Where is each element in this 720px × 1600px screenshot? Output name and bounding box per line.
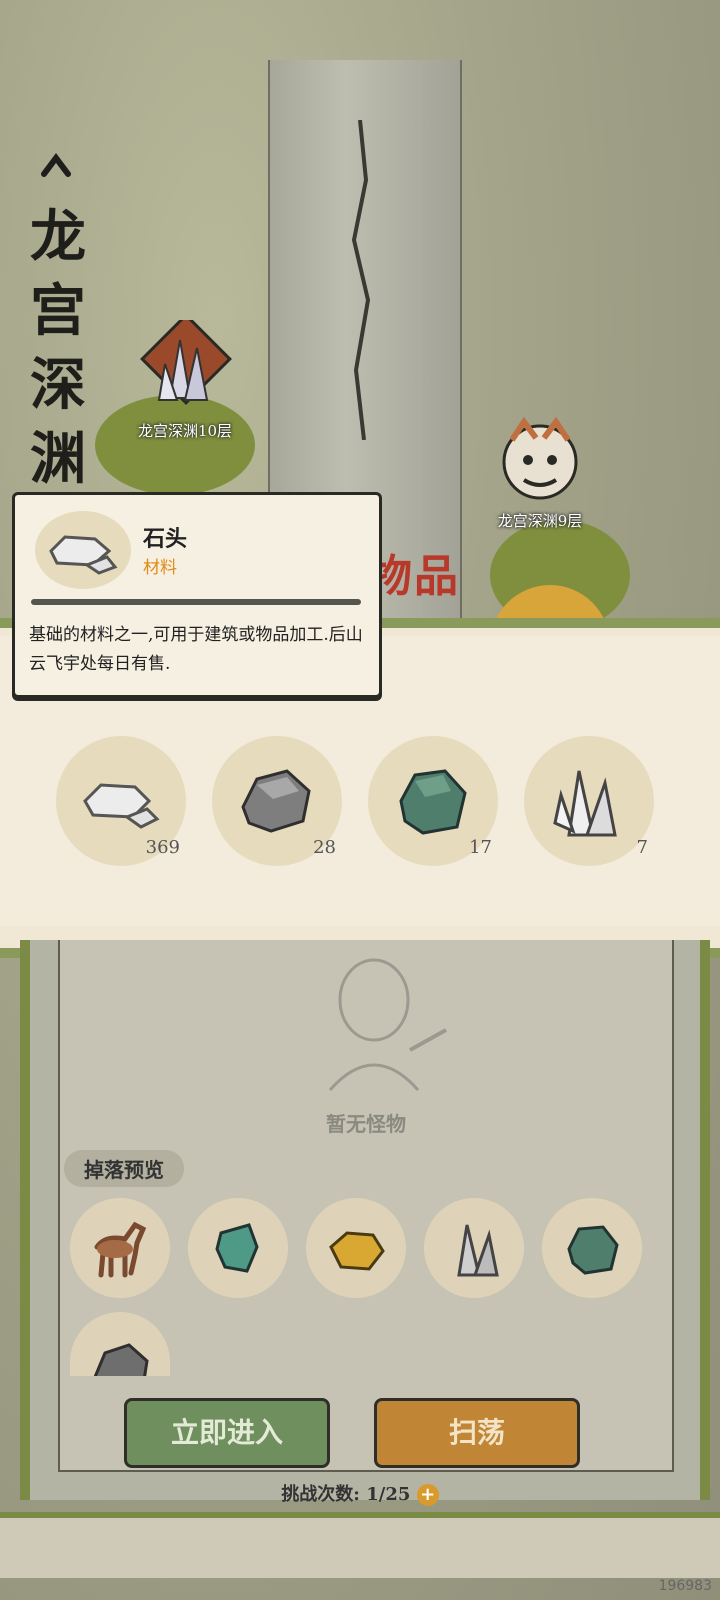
tooltip-item-name: 石头 [143,526,188,552]
pillar-crack [351,120,371,440]
area-title: 龙 宫 深 渊 [18,200,98,496]
inventory-item[interactable]: 7 [524,736,654,866]
item-count: 28 [313,837,336,858]
chevron-up-icon[interactable] [38,148,74,184]
tooltip-item-type: 材料 [143,558,177,578]
rock-icon [93,1343,149,1376]
no-monster-text: 暂无怪物 [326,1112,406,1136]
item-tooltip: 石头 材料 基础的材料之一,可用于建筑或物品加工.后山云飞宇处每日有售. [12,492,382,698]
area-title-char: 深 [30,352,86,418]
item-count: 17 [469,837,492,858]
inventory-item[interactable]: 17 [368,736,498,866]
jade-icon [215,1223,259,1273]
challenge-count: 挑战次数: 1/25 + [0,1480,720,1506]
green-ore-icon [567,1225,619,1275]
enter-button[interactable]: 立即进入 [124,1398,330,1468]
beast-mask-icon [490,410,590,510]
crystal-icon [457,1224,499,1277]
build-id: 196983 [658,1578,712,1594]
drop-item[interactable] [188,1198,288,1298]
rock-icon [241,769,311,833]
inventory-item[interactable]: 369 [56,736,186,866]
add-challenge-icon[interactable]: + [416,1484,439,1506]
area-title-char: 宫 [30,278,86,344]
crystal-icon [553,770,617,837]
area-title-char: 龙 [30,204,86,270]
horse-icon [94,1221,147,1278]
map-node-label: 龙宫深渊10层 [137,422,233,440]
challenge-value: 1/25 [366,1484,411,1505]
stone-icon [49,535,118,575]
map-node-floor-9[interactable]: 龙宫深渊9层 [470,410,610,531]
stone-icon [83,783,160,829]
drop-item[interactable] [424,1198,524,1298]
sweep-button[interactable]: 扫荡 [374,1398,580,1468]
drop-item[interactable] [306,1198,406,1298]
green-ore-icon [399,769,467,835]
item-count: 7 [636,837,648,858]
item-count: 369 [145,837,180,858]
area-title-char: 渊 [30,426,86,492]
drop-preview-title: 掉落预览 [64,1150,184,1187]
tooltip-description: 基础的材料之一,可用于建筑或物品加工.后山云飞宇处每日有售. [29,625,363,674]
gold-ore-icon [329,1231,385,1271]
map-node-label: 龙宫深渊9层 [497,512,583,530]
drop-item[interactable] [70,1198,170,1298]
map-node-floor-10[interactable]: 龙宫深渊10层 [110,313,260,441]
divider [31,599,361,605]
crystal-node-icon [135,313,235,420]
inventory-item[interactable]: 28 [212,736,342,866]
footer-band [0,1512,720,1578]
drop-item[interactable] [542,1198,642,1298]
fish-monster-silhouette-icon [328,958,447,1091]
challenge-label: 挑战次数: [281,1484,360,1505]
tooltip-thumbnail [35,511,131,589]
